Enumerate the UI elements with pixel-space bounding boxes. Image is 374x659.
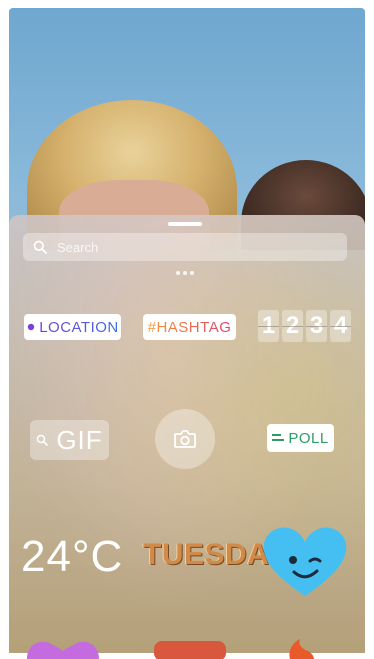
partial-sticker-red[interactable] bbox=[150, 637, 230, 659]
search-bar[interactable] bbox=[23, 233, 347, 261]
location-sticker[interactable]: LOCATION bbox=[24, 314, 121, 340]
countdown-digit: 1 bbox=[258, 310, 279, 342]
camera-sticker[interactable] bbox=[155, 409, 215, 469]
page-indicator bbox=[176, 271, 194, 275]
partial-sticker-purple[interactable] bbox=[25, 637, 101, 659]
camera-icon bbox=[174, 430, 196, 448]
gif-sticker-label: GIF bbox=[56, 424, 103, 455]
search-icon bbox=[37, 434, 49, 446]
hashtag-sticker-label: #HASHTAG bbox=[147, 318, 232, 336]
temperature-sticker[interactable]: 24°C bbox=[21, 532, 123, 582]
hashtag-sticker[interactable]: #HASHTAG bbox=[143, 314, 236, 340]
poll-bars-icon bbox=[272, 434, 285, 441]
location-pin-icon bbox=[28, 323, 35, 331]
winking-heart-icon[interactable] bbox=[262, 524, 348, 598]
search-icon bbox=[33, 240, 47, 254]
partial-sticker-orange[interactable] bbox=[282, 637, 316, 659]
countdown-sticker[interactable]: 1 2 3 4 bbox=[258, 310, 351, 342]
countdown-digit: 3 bbox=[306, 310, 327, 342]
location-sticker-label: LOCATION bbox=[39, 318, 119, 336]
drag-handle[interactable] bbox=[168, 222, 202, 226]
countdown-digit: 2 bbox=[282, 310, 303, 342]
search-input[interactable] bbox=[55, 238, 339, 256]
gif-sticker[interactable]: GIF bbox=[30, 420, 109, 460]
poll-sticker[interactable]: POLL bbox=[267, 424, 334, 452]
poll-sticker-label: POLL bbox=[288, 429, 329, 447]
countdown-digit: 4 bbox=[330, 310, 351, 342]
